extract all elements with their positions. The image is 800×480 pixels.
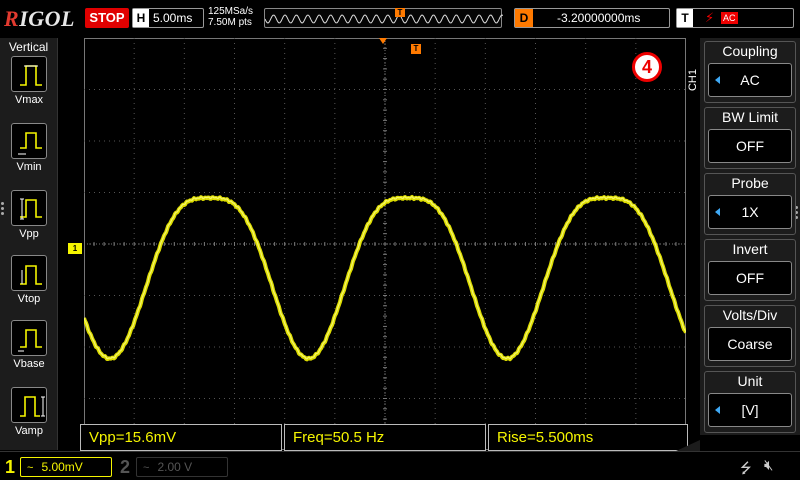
brand-logo: RIGOL xyxy=(4,6,75,31)
trigger-position-marker: T xyxy=(395,8,405,17)
ch2-number[interactable]: 2 xyxy=(118,456,132,478)
invert-menu-item[interactable]: Invert OFF xyxy=(704,239,796,301)
measurement-freq[interactable]: Freq=50.5 Hz xyxy=(284,424,486,451)
unit-menu-item[interactable]: Unit [V] xyxy=(704,371,796,433)
coupling-menu-item[interactable]: Coupling AC xyxy=(704,41,796,103)
channel-status-bar: 1 ~5.00mV 2 ~2.00 V ⭍ 🔇︎ xyxy=(0,451,800,480)
probe-value: 1X xyxy=(708,195,792,229)
ac-coupling-icon: ~ xyxy=(143,462,150,474)
waveform-grid xyxy=(84,38,686,450)
waveform-display[interactable] xyxy=(84,38,686,450)
ch1-number[interactable]: 1 xyxy=(3,456,17,478)
vbase-icon xyxy=(11,320,47,356)
ch1-offset-marker[interactable]: 1 xyxy=(68,243,82,254)
trigger-position-arrow[interactable] xyxy=(379,38,387,44)
delay-value: -3.20000000ms xyxy=(557,11,641,25)
measure-vbase-button[interactable]: Vbase xyxy=(10,320,48,370)
vtop-icon xyxy=(11,255,47,291)
volts-div-menu-item[interactable]: Volts/Div Coarse xyxy=(704,305,796,367)
horizontal-delay[interactable]: D -3.20000000ms xyxy=(514,8,670,28)
run-stop-status[interactable]: STOP xyxy=(85,8,129,28)
acquisition-info: 125MSa/s 7.50M pts xyxy=(208,6,253,28)
measure-vmin-button[interactable]: Vmin xyxy=(10,123,48,173)
vamp-icon xyxy=(11,387,47,423)
probe-menu-item[interactable]: Probe 1X xyxy=(704,173,796,235)
ch2-scale: 2.00 V xyxy=(157,460,193,474)
ch2-scale-box[interactable]: ~2.00 V xyxy=(136,457,228,477)
sample-rate: 125MSa/s xyxy=(208,6,254,17)
menu-corner-wedge xyxy=(676,440,700,451)
memory-overview-waveform xyxy=(265,14,503,24)
measure-vamp-button[interactable]: Vamp xyxy=(10,387,48,437)
speaker-muted-icon[interactable]: 🔇︎ xyxy=(764,457,773,474)
volts-div-value: Coarse xyxy=(708,327,792,361)
timebase-value: 5.00ms xyxy=(153,11,193,25)
bw-limit-value: OFF xyxy=(708,129,792,163)
horizontal-timebase[interactable]: H 5.00ms xyxy=(132,8,204,28)
unit-value: [V] xyxy=(708,393,792,427)
bw-limit-menu-item[interactable]: BW Limit OFF xyxy=(704,107,796,169)
menu-scroll-indicator xyxy=(1,200,5,217)
memory-overview-strip[interactable]: T xyxy=(264,8,503,28)
measurement-vpp[interactable]: Vpp=15.6mV xyxy=(80,424,282,451)
trigger-label: T xyxy=(677,9,693,27)
coupling-value: AC xyxy=(708,63,792,97)
vpp-icon xyxy=(11,190,47,226)
top-status-bar: RIGOL STOP H 5.00ms 125MSa/s 7.50M pts T … xyxy=(0,0,800,38)
measurement-rise[interactable]: Rise=5.500ms xyxy=(488,424,688,451)
measure-vpp-button[interactable]: Vpp xyxy=(10,190,48,240)
annotation-number-badge: 4 xyxy=(632,52,662,82)
ch1-scale-box[interactable]: ~5.00mV xyxy=(20,457,112,477)
ac-coupling-icon: ~ xyxy=(27,462,34,474)
vmax-icon xyxy=(11,56,47,92)
horizontal-label: H xyxy=(133,9,149,27)
selector-caret-icon xyxy=(715,208,720,216)
ch1-scale: 5.00mV xyxy=(41,460,83,474)
measure-vmax-button[interactable]: Vmax xyxy=(10,56,48,106)
trigger-status[interactable]: T ⚡ AC xyxy=(676,8,794,28)
measure-category-title: Vertical xyxy=(8,40,49,54)
selector-caret-icon xyxy=(715,76,720,84)
vmin-icon xyxy=(11,123,47,159)
selector-caret-icon xyxy=(715,406,720,414)
measure-vtop-button[interactable]: Vtop xyxy=(10,255,48,305)
ch1-waveform-core xyxy=(84,195,686,360)
usb-icon: ⭍ xyxy=(740,460,752,476)
delay-label: D xyxy=(515,9,533,27)
memory-depth: 7.50M pts xyxy=(208,17,252,28)
trigger-time-marker[interactable]: T xyxy=(411,44,421,54)
invert-value: OFF xyxy=(708,261,792,295)
trigger-edge-icon: ⚡ xyxy=(705,10,715,25)
trigger-source: AC xyxy=(721,12,738,24)
channel-menu-tab: CH1 xyxy=(687,38,700,435)
